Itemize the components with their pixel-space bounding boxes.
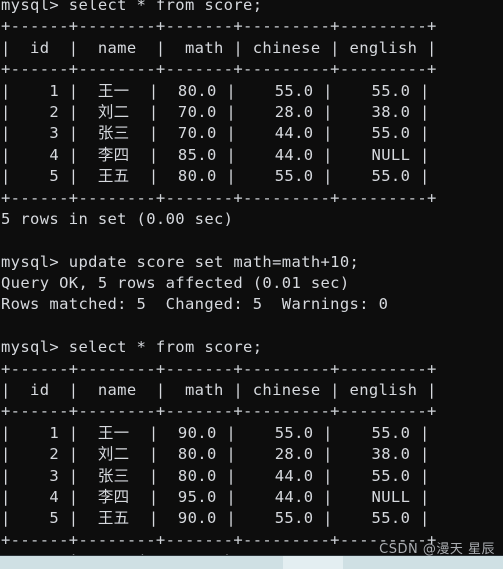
terminal-line: 5 rows in set (0.00 sec) [1, 209, 234, 228]
terminal-line: | 1 | 王一 | 80.0 | 55.0 | 55.0 | [1, 81, 430, 100]
terminal-line: | 2 | 刘二 | 70.0 | 28.0 | 38.0 | [1, 102, 430, 121]
terminal-line: | 5 | 王五 | 80.0 | 55.0 | 55.0 | [1, 167, 430, 186]
terminal-line: mysql> select * from score; [1, 338, 263, 357]
terminal-line: mysql> update score set math=math+10; [1, 252, 360, 271]
terminal-line: | 4 | 李四 | 95.0 | 44.0 | NULL | [1, 487, 430, 506]
terminal-line: Query OK, 5 rows affected (0.01 sec) [1, 274, 350, 293]
terminal-line: +------+--------+-------+---------+-----… [1, 530, 437, 549]
terminal-line: +------+--------+-------+---------+-----… [1, 60, 437, 79]
terminal-line: +------+--------+-------+---------+-----… [1, 359, 437, 378]
taskbar-segment-left [0, 556, 283, 569]
terminal-line: | 1 | 王一 | 90.0 | 55.0 | 55.0 | [1, 423, 430, 442]
terminal-line: +------+--------+-------+---------+-----… [1, 17, 437, 36]
taskbar-segment-right [343, 556, 503, 569]
terminal-line: +------+--------+-------+---------+-----… [1, 188, 437, 207]
terminal-line: mysql> select * from score; [1, 0, 263, 14]
taskbar[interactable] [0, 556, 503, 569]
terminal-line: | 4 | 李四 | 85.0 | 44.0 | NULL | [1, 145, 430, 164]
taskbar-segment-highlight[interactable] [283, 556, 343, 569]
screen: mysql> select * from score; +------+-----… [0, 0, 503, 569]
terminal-line: | id | name | math | chinese | english | [1, 381, 437, 400]
terminal-line: | 3 | 张三 | 70.0 | 44.0 | 55.0 | [1, 124, 430, 143]
terminal-window[interactable]: mysql> select * from score; +------+-----… [0, 0, 503, 556]
terminal-line: | 3 | 张三 | 80.0 | 44.0 | 55.0 | [1, 466, 430, 485]
terminal-line: Rows matched: 5 Changed: 5 Warnings: 0 [1, 295, 389, 314]
terminal-output[interactable]: mysql> select * from score; +------+-----… [1, 0, 503, 556]
terminal-line: | 2 | 刘二 | 80.0 | 28.0 | 38.0 | [1, 445, 430, 464]
terminal-line: | id | name | math | chinese | english | [1, 38, 437, 57]
terminal-line: +------+--------+-------+---------+-----… [1, 402, 437, 421]
terminal-line: | 5 | 王五 | 90.0 | 55.0 | 55.0 | [1, 509, 430, 528]
